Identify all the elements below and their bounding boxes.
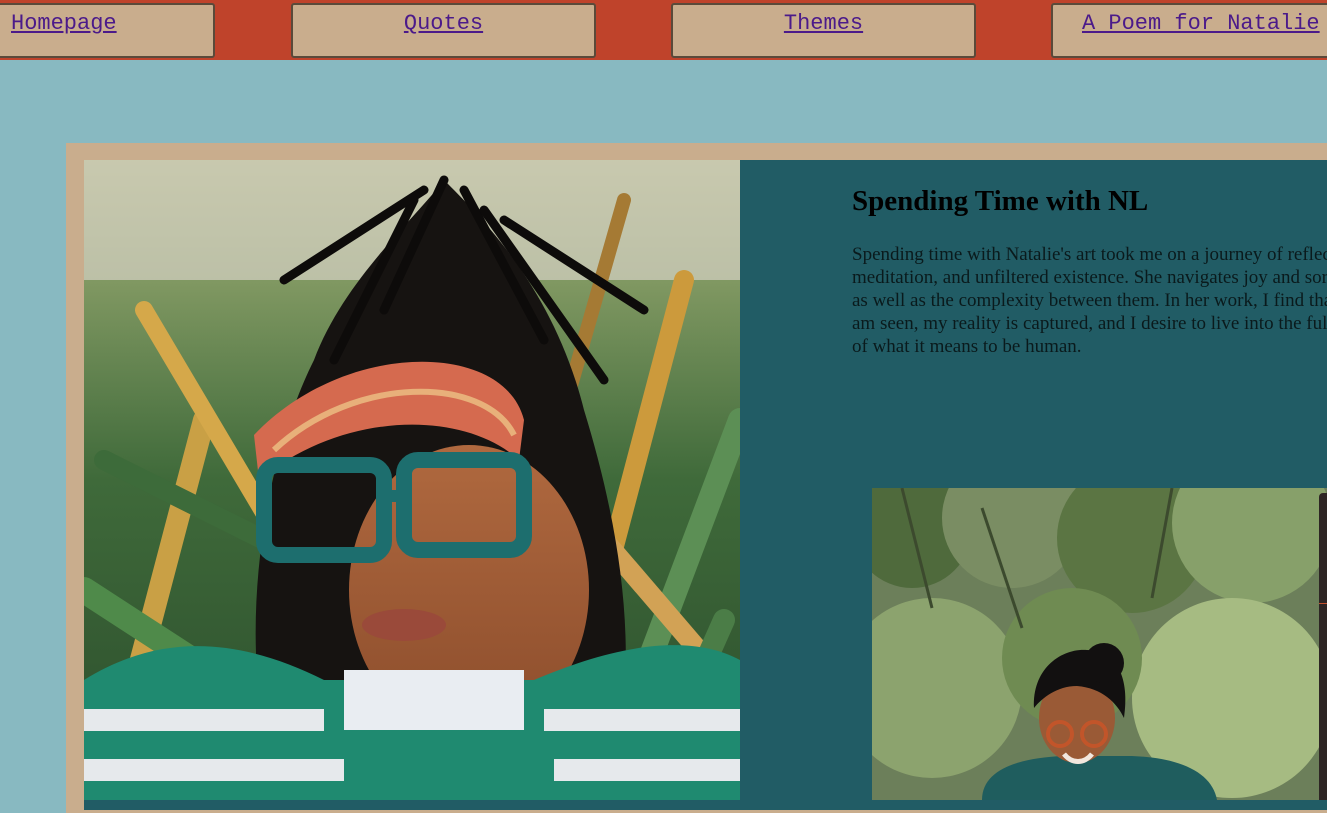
page-title: Spending Time with NL: [852, 185, 1149, 217]
nav-link-poem[interactable]: A Poem for Natalie: [1082, 11, 1320, 36]
scrollbar-marker: [1319, 603, 1327, 604]
scrollbar-edge[interactable]: [1319, 493, 1327, 800]
nav-tab-quotes[interactable]: Quotes: [291, 3, 596, 58]
nav-link-themes[interactable]: Themes: [784, 11, 863, 36]
nav-tab-themes[interactable]: Themes: [671, 3, 976, 58]
top-navbar: Homepage Quotes Themes A Poem for Natali…: [0, 0, 1327, 60]
nav-tab-poem[interactable]: A Poem for Natalie: [1051, 3, 1327, 58]
nav-link-quotes[interactable]: Quotes: [404, 11, 483, 36]
nav-tab-homepage[interactable]: Homepage: [0, 3, 215, 58]
intro-paragraph: Spending time with Natalie's art took me…: [852, 244, 1327, 357]
landscape-photo: [872, 488, 1327, 800]
nav-link-homepage[interactable]: Homepage: [11, 11, 117, 36]
portrait-photo: [84, 160, 740, 800]
